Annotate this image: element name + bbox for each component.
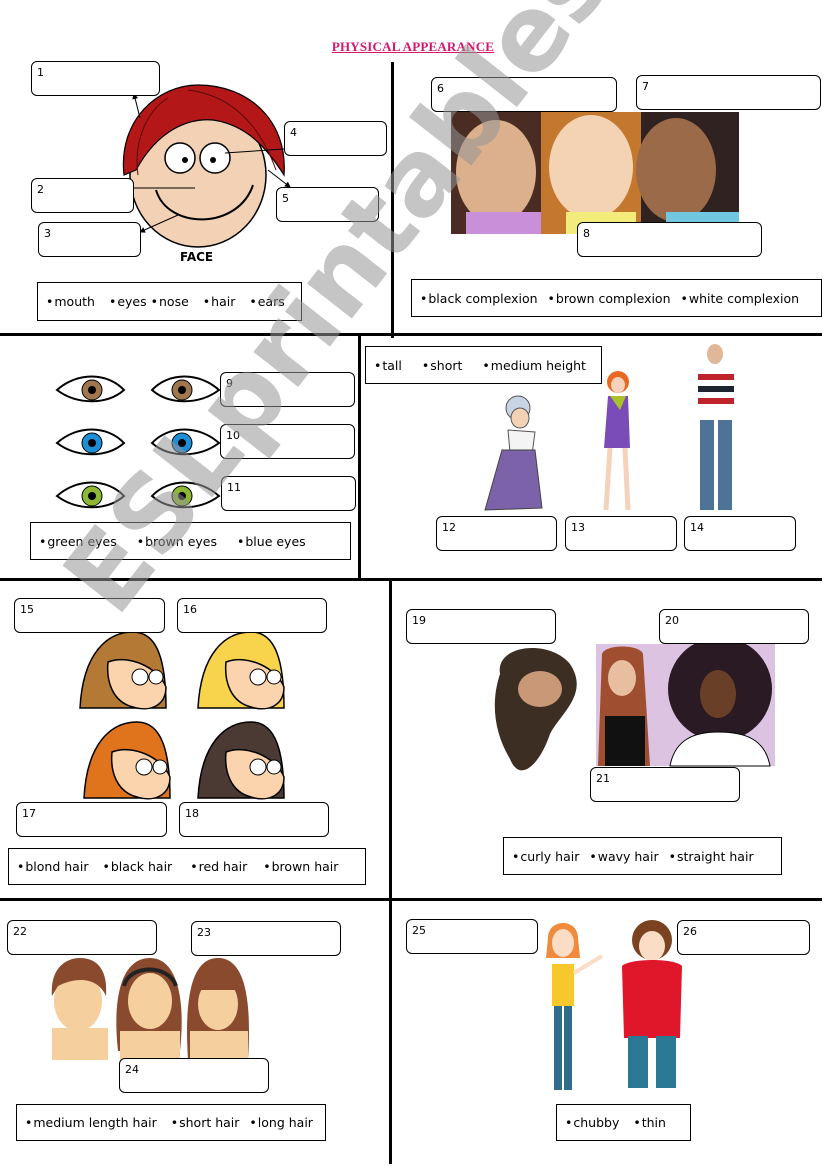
word-bank-item: red hair <box>190 859 248 874</box>
box-number: 22 <box>13 925 27 938</box>
body-illustration <box>546 920 682 1090</box>
word-bank-item: eyes <box>109 294 146 309</box>
word-bank-item: short hair <box>171 1115 239 1130</box>
box-number: 13 <box>571 521 585 534</box>
answer-box-24[interactable]: 24 <box>119 1058 269 1093</box>
word-bank-item: mouth <box>46 294 95 309</box>
answer-box-15[interactable]: 15 <box>14 598 165 633</box>
answer-box-20[interactable]: 20 <box>659 609 809 644</box>
box-number: 2 <box>37 183 44 196</box>
word-bank-item: brown eyes <box>137 534 217 549</box>
box-number: 4 <box>290 126 297 139</box>
box-number: 26 <box>683 925 697 938</box>
answer-box-19[interactable]: 19 <box>406 609 556 644</box>
word-bank-item: medium length hair <box>25 1115 156 1130</box>
divider <box>389 580 392 898</box>
answer-box-16[interactable]: 16 <box>177 598 327 633</box>
hair-color-illustration <box>79 631 285 800</box>
box-number: 8 <box>583 227 590 240</box>
box-number: 24 <box>125 1063 139 1076</box>
box-number: 5 <box>282 192 289 205</box>
divider <box>0 578 822 581</box>
answer-box-5[interactable]: 5 <box>276 187 379 222</box>
word-bank-item: brown complexion <box>548 291 671 306</box>
box-number: 16 <box>183 603 197 616</box>
answer-box-4[interactable]: 4 <box>284 121 387 156</box>
box-number: 9 <box>226 377 233 390</box>
eyes-illustration <box>55 375 221 509</box>
box-number: 6 <box>437 82 444 95</box>
box-number: 10 <box>226 429 240 442</box>
divider <box>358 335 361 580</box>
answer-box-11[interactable]: 11 <box>221 476 356 511</box>
word-bank-item: brown hair <box>263 859 339 874</box>
answer-box-22[interactable]: 22 <box>7 920 157 955</box>
word-bank-item: black complexion <box>420 291 537 306</box>
box-number: 23 <box>197 926 211 939</box>
face-caption: FACE <box>180 250 214 264</box>
height-illustration <box>484 344 734 511</box>
complexion-illustration <box>451 112 739 234</box>
box-number: 21 <box>596 772 610 785</box>
answer-box-7[interactable]: 7 <box>636 75 821 110</box>
box-number: 25 <box>412 924 426 937</box>
word-bank-hair-color: blond hair black hair red hair brown hai… <box>8 848 366 885</box>
answer-box-8[interactable]: 8 <box>577 222 762 257</box>
answer-box-14[interactable]: 14 <box>684 516 796 551</box>
answer-box-17[interactable]: 17 <box>16 802 167 837</box>
word-bank-item: short <box>422 358 462 373</box>
box-number: 12 <box>442 521 456 534</box>
answer-box-9[interactable]: 9 <box>220 372 355 407</box>
box-number: 11 <box>227 481 241 494</box>
word-bank-item: hair <box>203 294 235 309</box>
word-bank-item: wavy hair <box>589 849 659 864</box>
divider <box>389 898 392 1164</box>
word-bank-item: black hair <box>102 859 172 874</box>
word-bank-eyes: green eyes brown eyes blue eyes <box>30 522 351 560</box>
hair-type-illustration <box>494 637 775 771</box>
answer-box-23[interactable]: 23 <box>191 921 341 956</box>
answer-box-12[interactable]: 12 <box>436 516 557 551</box>
word-bank-complexion: black complexion brown complexion white … <box>411 279 822 317</box>
word-bank-item: nose <box>151 294 189 309</box>
hair-length-illustration <box>51 958 249 1060</box>
word-bank-item: blond hair <box>17 859 88 874</box>
word-bank-item: straight hair <box>669 849 754 864</box>
word-bank-item: curly hair <box>512 849 579 864</box>
box-number: 15 <box>20 603 34 616</box>
answer-box-2[interactable]: 2 <box>31 178 134 213</box>
word-bank-hair-length: medium length hair short hair long hair <box>16 1104 326 1141</box>
word-bank-item: tall <box>374 358 402 373</box>
word-bank-hair-type: curly hair wavy hair straight hair <box>503 837 782 875</box>
box-number: 1 <box>37 66 44 79</box>
answer-box-21[interactable]: 21 <box>590 767 740 802</box>
word-bank-item: blue eyes <box>237 534 305 549</box>
word-bank-face: mouth eyes nose hair ears <box>37 282 302 321</box>
word-bank-item: white complexion <box>681 291 799 306</box>
answer-box-1[interactable]: 1 <box>31 61 160 96</box>
word-bank-item: thin <box>633 1115 666 1130</box>
box-number: 18 <box>185 807 199 820</box>
answer-box-18[interactable]: 18 <box>179 802 329 837</box>
box-number: 3 <box>44 227 51 240</box>
box-number: 14 <box>690 521 704 534</box>
box-number: 20 <box>665 614 679 627</box>
answer-box-26[interactable]: 26 <box>677 920 810 955</box>
word-bank-item: green eyes <box>39 534 116 549</box>
divider <box>0 333 822 336</box>
answer-box-3[interactable]: 3 <box>38 222 141 257</box>
word-bank-item: ears <box>249 294 285 309</box>
divider <box>0 898 822 901</box>
word-bank-item: chubby <box>565 1115 619 1130</box>
answer-box-6[interactable]: 6 <box>431 77 617 112</box>
answer-box-25[interactable]: 25 <box>406 919 538 954</box>
box-number: 19 <box>412 614 426 627</box>
answer-box-10[interactable]: 10 <box>220 424 355 459</box>
word-bank-body: chubby thin <box>556 1104 691 1141</box>
box-number: 17 <box>22 807 36 820</box>
box-number: 7 <box>642 80 649 93</box>
answer-box-13[interactable]: 13 <box>565 516 677 551</box>
word-bank-item: long hair <box>249 1115 313 1130</box>
